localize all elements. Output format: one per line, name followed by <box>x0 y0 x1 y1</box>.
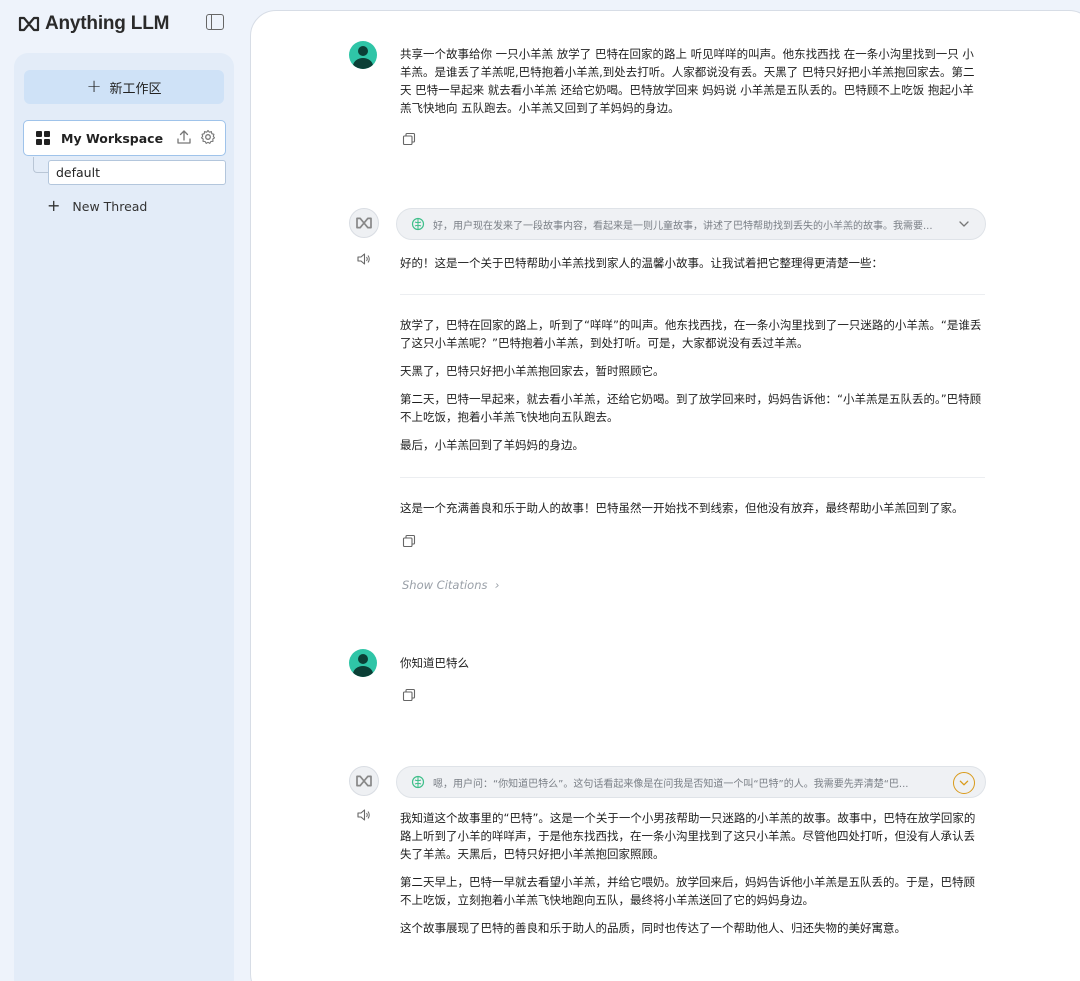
brand-bar: Anything LLM <box>0 0 250 50</box>
thread-item-default[interactable]: default <box>48 160 226 185</box>
assistant-avatar <box>349 766 379 796</box>
answer-block: 我知道这个故事里的“巴特”。这是一个关于一个小男孩帮助一只迷路的小羊羔的故事。故… <box>400 809 985 947</box>
chevron-down-icon[interactable] <box>953 772 975 794</box>
anything-llm-logo-icon <box>356 217 372 229</box>
plus-icon: + <box>47 196 61 215</box>
gear-icon[interactable] <box>200 129 216 145</box>
new-workspace-label: 新工作区 <box>109 81 162 97</box>
answer-paragraph: 这个故事展现了巴特的善良和乐于助人的品质，同时也传达了一个帮助他人、归还失物的美… <box>400 921 906 935</box>
brain-icon <box>411 775 425 789</box>
thought-toggle[interactable]: 嗯，用户问：“你知道巴特么”。这句话看起来像是在问我是否知道一个叫“巴特”的人。… <box>396 766 986 798</box>
story-block: 放学了，巴特在回家的路上，听到了“咩咩”的叫声。他东找西找，在一条小沟里找到了一… <box>400 316 985 464</box>
speaker-icon[interactable] <box>357 809 371 821</box>
copy-icon[interactable] <box>402 688 416 702</box>
app-title: Anything LLM <box>45 13 170 34</box>
chevron-right-icon: › <box>491 578 500 592</box>
workspace-actions <box>176 129 216 145</box>
new-thread-label: New Thread <box>72 198 148 214</box>
story-paragraph: 天黑了，巴特只好把小羊羔抱回家去，暂时照顾它。 <box>400 364 665 378</box>
chevron-down-icon[interactable] <box>957 217 971 231</box>
plus-icon: + <box>86 76 102 97</box>
copy-icon[interactable] <box>402 534 416 548</box>
anything-llm-logo-icon <box>356 775 372 787</box>
show-citations-link[interactable]: Show Citations › <box>402 578 499 592</box>
message-text: 你知道巴特么 <box>400 656 469 670</box>
thread-label: default <box>56 165 100 180</box>
anything-llm-logo-icon <box>18 16 40 32</box>
brain-icon <box>411 217 425 231</box>
thread-branch-line <box>33 157 48 173</box>
thought-summary: 好，用户现在发来了一段故事内容，看起来是一则儿童故事，讲述了巴特帮助找到丢失的小… <box>433 220 933 232</box>
new-thread-button[interactable]: + New Thread <box>47 198 147 214</box>
copy-icon[interactable] <box>402 132 416 146</box>
workspace-item[interactable]: My Workspace <box>23 120 226 156</box>
assistant-avatar <box>349 208 379 238</box>
divider <box>400 294 985 295</box>
thought-toggle[interactable]: 好，用户现在发来了一段故事内容，看起来是一则儿童故事，讲述了巴特帮助找到丢失的小… <box>396 208 986 240</box>
upload-icon[interactable] <box>176 129 192 145</box>
app-logo: Anything LLM <box>18 13 169 35</box>
divider <box>400 477 985 478</box>
sidebar: + 新工作区 My Workspace default + New Thread <box>14 53 234 981</box>
thought-summary: 嗯，用户问：“你知道巴特么”。这句话看起来像是在问我是否知道一个叫“巴特”的人。… <box>433 778 909 790</box>
grid-icon <box>36 131 50 145</box>
answer-paragraph: 我知道这个故事里的“巴特”。这是一个关于一个小男孩帮助一只迷路的小羊羔的故事。故… <box>400 811 976 861</box>
user-avatar <box>349 41 377 69</box>
story-paragraph: 放学了，巴特在回家的路上，听到了“咩咩”的叫声。他东找西找，在一条小沟里找到了一… <box>400 318 982 350</box>
chat-panel: 共享一个故事给你 一只小羊羔 放学了 巴特在回家的路上 听见咩咩的叫声。他东找西… <box>250 10 1080 981</box>
story-paragraph: 最后，小羊羔回到了羊妈妈的身边。 <box>400 438 584 452</box>
workspace-label: My Workspace <box>61 130 164 146</box>
answer-paragraph: 第二天早上，巴特一早就去看望小羊羔，并给它喂奶。放学回来后，妈妈告诉他小羊羔是五… <box>400 875 975 907</box>
new-workspace-button[interactable]: + 新工作区 <box>24 70 224 104</box>
message-text: 共享一个故事给你 一只小羊羔 放学了 巴特在回家的路上 听见咩咩的叫声。他东找西… <box>400 47 975 115</box>
story-paragraph: 第二天，巴特一早起来，就去看小羊羔，还给它奶喝。到了放学回来时，妈妈告诉他：“小… <box>400 392 982 424</box>
speaker-icon[interactable] <box>357 253 371 265</box>
user-avatar <box>349 649 377 677</box>
sidebar-toggle-icon[interactable] <box>206 14 224 30</box>
citations-label: Show Citations <box>402 578 488 592</box>
message-closing: 这是一个充满善良和乐于助人的故事！巴特虽然一开始找不到线索，但他没有放弃，最终帮… <box>400 501 964 515</box>
message-intro: 好的！这是一个关于巴特帮助小羊羔找到家人的温馨小故事。让我试着把它整理得更清楚一… <box>400 256 883 270</box>
